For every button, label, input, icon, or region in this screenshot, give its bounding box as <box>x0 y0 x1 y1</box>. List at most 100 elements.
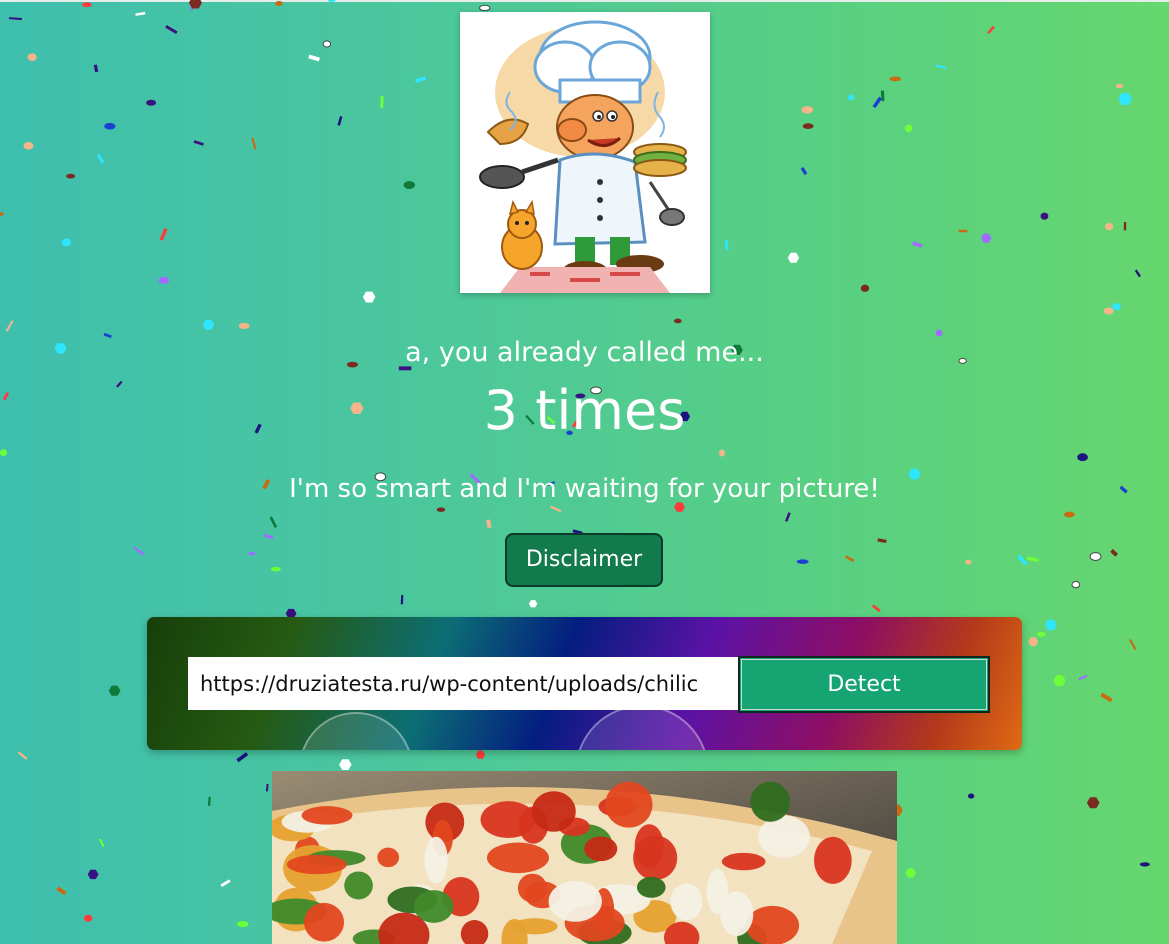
pizza-topping <box>344 871 373 900</box>
confetti-piece <box>935 64 947 69</box>
pizza-topping <box>814 836 852 884</box>
confetti-piece <box>339 759 352 770</box>
confetti-piece <box>264 533 274 540</box>
pizza-topping <box>584 836 618 862</box>
confetti-piece <box>93 64 99 73</box>
confetti-piece <box>158 276 170 284</box>
pizza-topping <box>531 791 576 832</box>
confetti-piece <box>207 796 211 806</box>
confetti-piece <box>1077 453 1088 462</box>
confetti-piece <box>98 838 105 848</box>
confetti-piece <box>414 76 427 83</box>
confetti-piece <box>912 241 923 248</box>
detect-button[interactable]: Detect <box>738 656 990 713</box>
confetti-piece <box>190 0 194 11</box>
confetti-piece <box>1134 269 1142 278</box>
confetti-piece <box>528 600 538 608</box>
confetti-piece <box>905 868 916 878</box>
confetti-piece <box>380 96 384 109</box>
confetti-piece <box>877 538 887 544</box>
chef-illustration <box>460 12 710 293</box>
confetti-piece <box>61 238 71 247</box>
confetti-piece <box>965 559 972 565</box>
pizza-photo <box>272 771 897 944</box>
confetti-piece <box>265 783 269 792</box>
confetti-piece <box>1110 548 1119 557</box>
confetti-piece <box>1016 554 1028 566</box>
confetti-piece <box>872 96 883 109</box>
confetti-piece <box>673 318 682 324</box>
pizza-topping <box>548 880 602 922</box>
pizza-icon <box>272 771 897 944</box>
confetti-piece <box>238 322 250 330</box>
confetti-piece <box>436 507 446 512</box>
confetti-piece <box>1028 637 1039 647</box>
confetti-piece <box>785 512 791 522</box>
confetti-piece <box>362 291 376 303</box>
confetti-piece <box>1100 692 1113 703</box>
confetti-piece <box>987 25 995 35</box>
called-count-intro: a, you already called me... <box>405 337 764 368</box>
decor-bubble <box>575 705 709 750</box>
confetti-piece <box>475 750 486 759</box>
call-count: 3 times <box>483 379 686 442</box>
confetti-piece <box>0 449 8 457</box>
pizza-topping <box>750 781 790 822</box>
confetti-piece <box>400 595 404 605</box>
pizza-topping <box>721 852 766 871</box>
confetti-piece <box>165 24 178 35</box>
confetti-piece <box>1118 93 1133 105</box>
confetti-piece <box>1063 511 1075 518</box>
image-url-input[interactable] <box>188 657 738 710</box>
confetti-piece <box>56 886 67 896</box>
top-border <box>0 0 1169 2</box>
confetti-piece <box>27 53 37 61</box>
confetti-piece <box>1044 619 1057 631</box>
confetti-piece <box>0 211 5 219</box>
confetti-piece <box>322 40 332 48</box>
confetti-piece <box>269 516 278 529</box>
pizza-topping <box>486 842 549 874</box>
confetti-piece <box>889 76 902 82</box>
confetti-piece <box>8 17 22 21</box>
pizza-topping <box>706 869 729 915</box>
confetti-piece <box>880 90 885 102</box>
confetti-piece <box>82 2 92 8</box>
confetti-piece <box>248 551 256 556</box>
confetti-piece <box>108 685 121 696</box>
confetti-piece <box>1078 674 1088 681</box>
confetti-piece <box>202 320 215 330</box>
confetti-piece <box>796 559 809 564</box>
pizza-topping <box>286 854 347 875</box>
disclaimer-button[interactable]: Disclaimer <box>505 533 663 587</box>
confetti-piece <box>17 751 28 760</box>
pizza-topping <box>605 781 653 828</box>
confetti-piece <box>1036 631 1046 637</box>
confetti-piece <box>872 604 881 613</box>
confetti-piece <box>787 252 800 263</box>
confetti-piece <box>1129 638 1137 651</box>
confetti-piece <box>1026 556 1039 563</box>
confetti-piece <box>1086 797 1100 809</box>
confetti-piece <box>967 793 975 799</box>
confetti-piece <box>236 752 249 763</box>
confetti-piece <box>270 566 281 572</box>
confetti-piece <box>220 879 231 888</box>
confetti-piece <box>193 140 204 146</box>
pizza-topping <box>745 905 800 944</box>
confetti-piece <box>237 921 249 928</box>
confetti-piece <box>1103 307 1114 315</box>
tagline: I'm so smart and I'm waiting for your pi… <box>289 474 880 504</box>
confetti-piece <box>308 54 320 62</box>
confetti-piece <box>403 181 416 189</box>
confetti-piece <box>159 228 168 241</box>
confetti-piece <box>958 229 968 233</box>
pizza-topping <box>301 806 353 825</box>
confetti-piece <box>251 137 257 150</box>
pizza-topping <box>758 815 810 858</box>
pizza-topping <box>303 902 345 942</box>
confetti-piece <box>84 914 93 922</box>
pizza-topping <box>424 836 448 884</box>
confetti-piece <box>718 449 726 457</box>
pizza-topping <box>634 824 664 869</box>
